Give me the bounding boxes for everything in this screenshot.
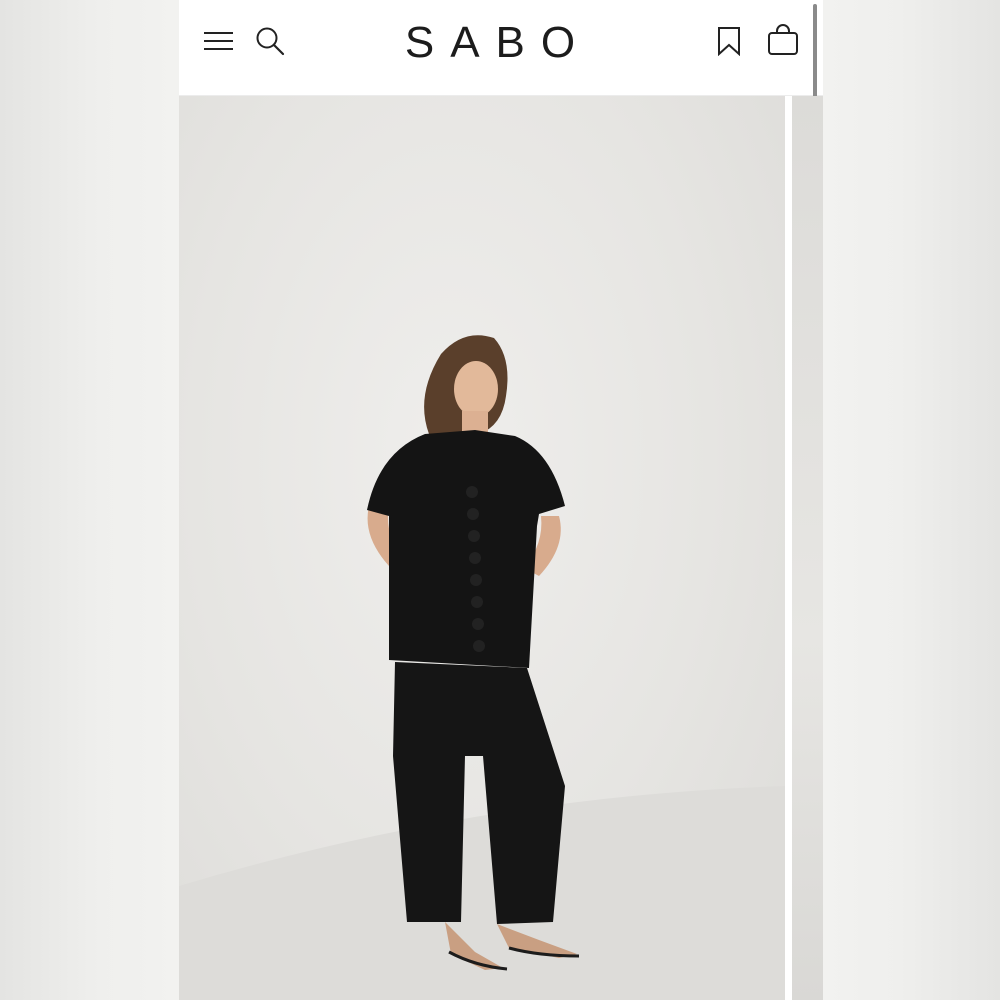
model-illustration <box>179 335 785 1000</box>
search-icon[interactable] <box>255 26 285 56</box>
shopping-bag-icon[interactable] <box>766 24 800 56</box>
brand-logo[interactable]: SABO <box>379 18 609 68</box>
knit-top <box>367 430 565 668</box>
product-photo[interactable] <box>179 96 785 1000</box>
menu-line <box>204 40 233 42</box>
bookmark-icon[interactable] <box>716 26 742 56</box>
gallery-gap <box>785 96 792 1000</box>
mobile-page: SABO <box>179 0 823 1000</box>
next-product-photo[interactable] <box>792 96 823 1000</box>
menu-line <box>204 48 233 50</box>
face <box>454 361 498 417</box>
site-header: SABO <box>179 0 823 96</box>
menu-icon[interactable] <box>204 29 234 53</box>
menu-line <box>204 32 233 34</box>
